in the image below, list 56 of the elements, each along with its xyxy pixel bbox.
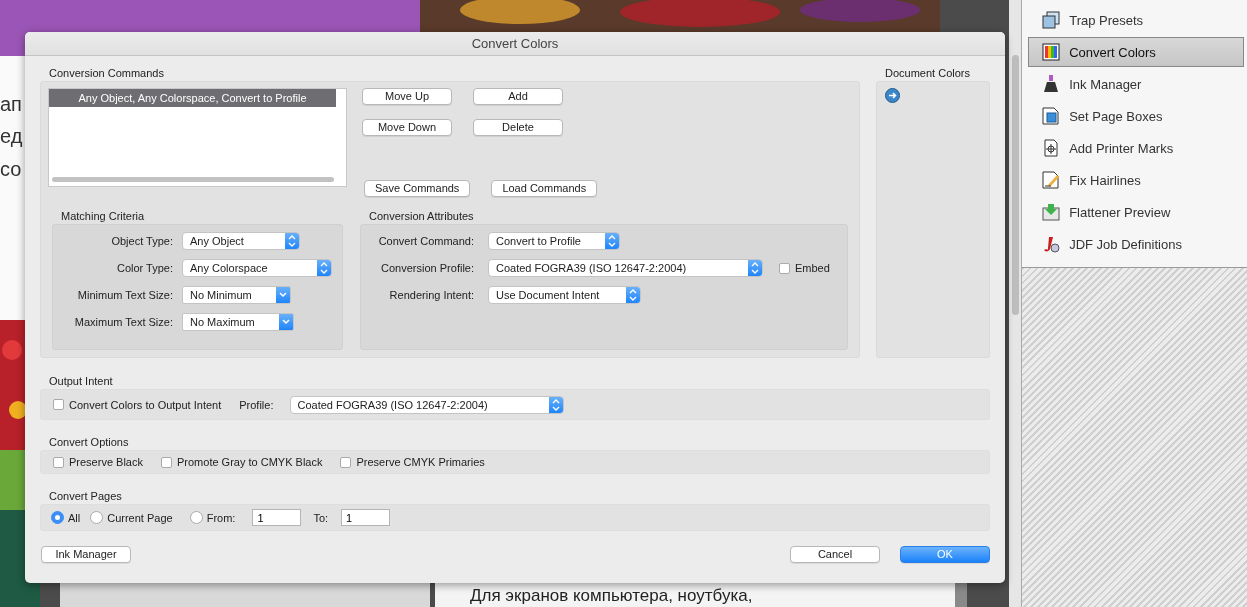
section-label: Matching Criteria — [60, 210, 146, 223]
field-label: To: — [313, 511, 329, 524]
field-label: Convert Command: — [377, 235, 474, 247]
command-button[interactable]: Save Commands — [364, 180, 471, 197]
dialog-button[interactable]: Cancel — [790, 546, 880, 563]
page-text: Для экранов компьютера, ноутбука, — [470, 586, 753, 606]
text-fragment: со — [0, 157, 22, 181]
tool-item[interactable]: Flattener Preview — [1028, 197, 1244, 227]
tool-item[interactable]: Ink Manager — [1028, 69, 1244, 99]
field-label: Object Type: — [110, 235, 173, 247]
section-label: Document Colors — [884, 67, 971, 80]
field-label: Profile: — [239, 398, 274, 411]
field-label: Maximum Text Size: — [73, 316, 173, 328]
popup-menu[interactable]: Coated FOGRA39 (ISO 12647-2:2004) — [289, 395, 564, 414]
command-button[interactable]: Move Down — [362, 119, 452, 136]
tool-item[interactable]: Trap Presets — [1028, 5, 1244, 35]
checkbox[interactable]: Promote Gray to CMYK Black — [161, 456, 323, 468]
popup-menu[interactable]: Use Document Intent — [488, 286, 641, 304]
command-button[interactable]: Load Commands — [491, 180, 598, 197]
popup-menu[interactable]: Convert to Profile — [488, 232, 620, 250]
section-label: Convert Options — [48, 436, 130, 449]
combo-box[interactable]: No Minimum — [182, 286, 291, 304]
combo-box[interactable]: No Maximum — [182, 313, 294, 331]
section-label: Convert Pages — [48, 490, 123, 503]
checkbox[interactable]: Preserve CMYK Primaries — [340, 456, 485, 468]
tool-item[interactable]: Set Page Boxes — [1028, 101, 1244, 131]
field-label: Conversion Profile: — [380, 262, 474, 274]
command-button[interactable]: Add — [473, 88, 563, 105]
text-fragment: ед — [0, 124, 23, 148]
page-field[interactable]: 1 — [252, 509, 302, 526]
tool-item[interactable]: JDF Job Definitions — [1028, 229, 1244, 259]
radio-button[interactable]: From: — [189, 511, 236, 524]
checkbox[interactable]: Convert Colors to Output Intent — [53, 398, 222, 411]
section-label: Conversion Attributes — [368, 210, 475, 223]
tool-item[interactable]: Convert Colors — [1028, 37, 1244, 67]
page-field[interactable]: 1 — [341, 509, 391, 526]
section-label: Output Intent — [48, 375, 114, 388]
radio-button[interactable]: All — [51, 511, 81, 524]
checkbox[interactable]: Embed — [779, 262, 830, 274]
popup-menu[interactable]: Any Colorspace — [182, 259, 332, 277]
field-label: Color Type: — [115, 262, 173, 274]
popup-menu[interactable]: Any Object — [182, 232, 300, 250]
popup-menu[interactable]: Coated FOGRA39 (ISO 12647-2:2004) — [488, 259, 763, 277]
window-title: Convert Colors — [471, 36, 559, 51]
section-label: Conversion Commands — [48, 67, 165, 80]
radio-button[interactable]: Current Page — [90, 511, 173, 524]
checkbox[interactable]: Preserve Black — [53, 456, 143, 468]
command-button[interactable]: Delete — [473, 119, 563, 136]
dialog-button[interactable]: Ink Manager — [41, 546, 131, 563]
field-label: Rendering Intent: — [388, 289, 474, 301]
field-label: Minimum Text Size: — [76, 289, 173, 301]
tool-item[interactable]: Fix Hairlines — [1028, 165, 1244, 195]
text-fragment: ап — [0, 92, 22, 116]
command-button[interactable]: Move Up — [362, 88, 452, 105]
tool-item[interactable]: Add Printer Marks — [1028, 133, 1244, 163]
list-item[interactable]: Any Object, Any Colorspace, Convert to Profile — [49, 89, 336, 107]
